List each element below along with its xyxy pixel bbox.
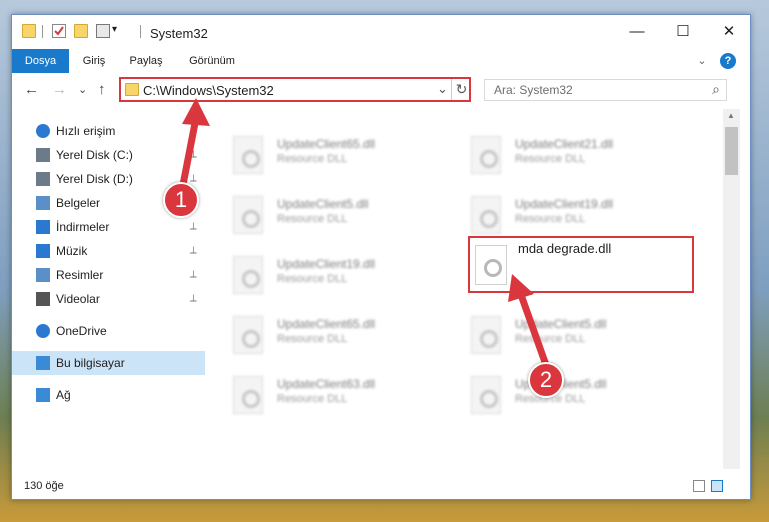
annotation-arrows (178, 98, 550, 367)
arrow-2 (516, 290, 550, 367)
callout-1: 1 (163, 182, 199, 218)
callout-2: 2 (528, 362, 564, 398)
arrow-2-head (508, 274, 534, 302)
arrow-1-head (182, 98, 210, 126)
arrow-1 (178, 117, 200, 191)
